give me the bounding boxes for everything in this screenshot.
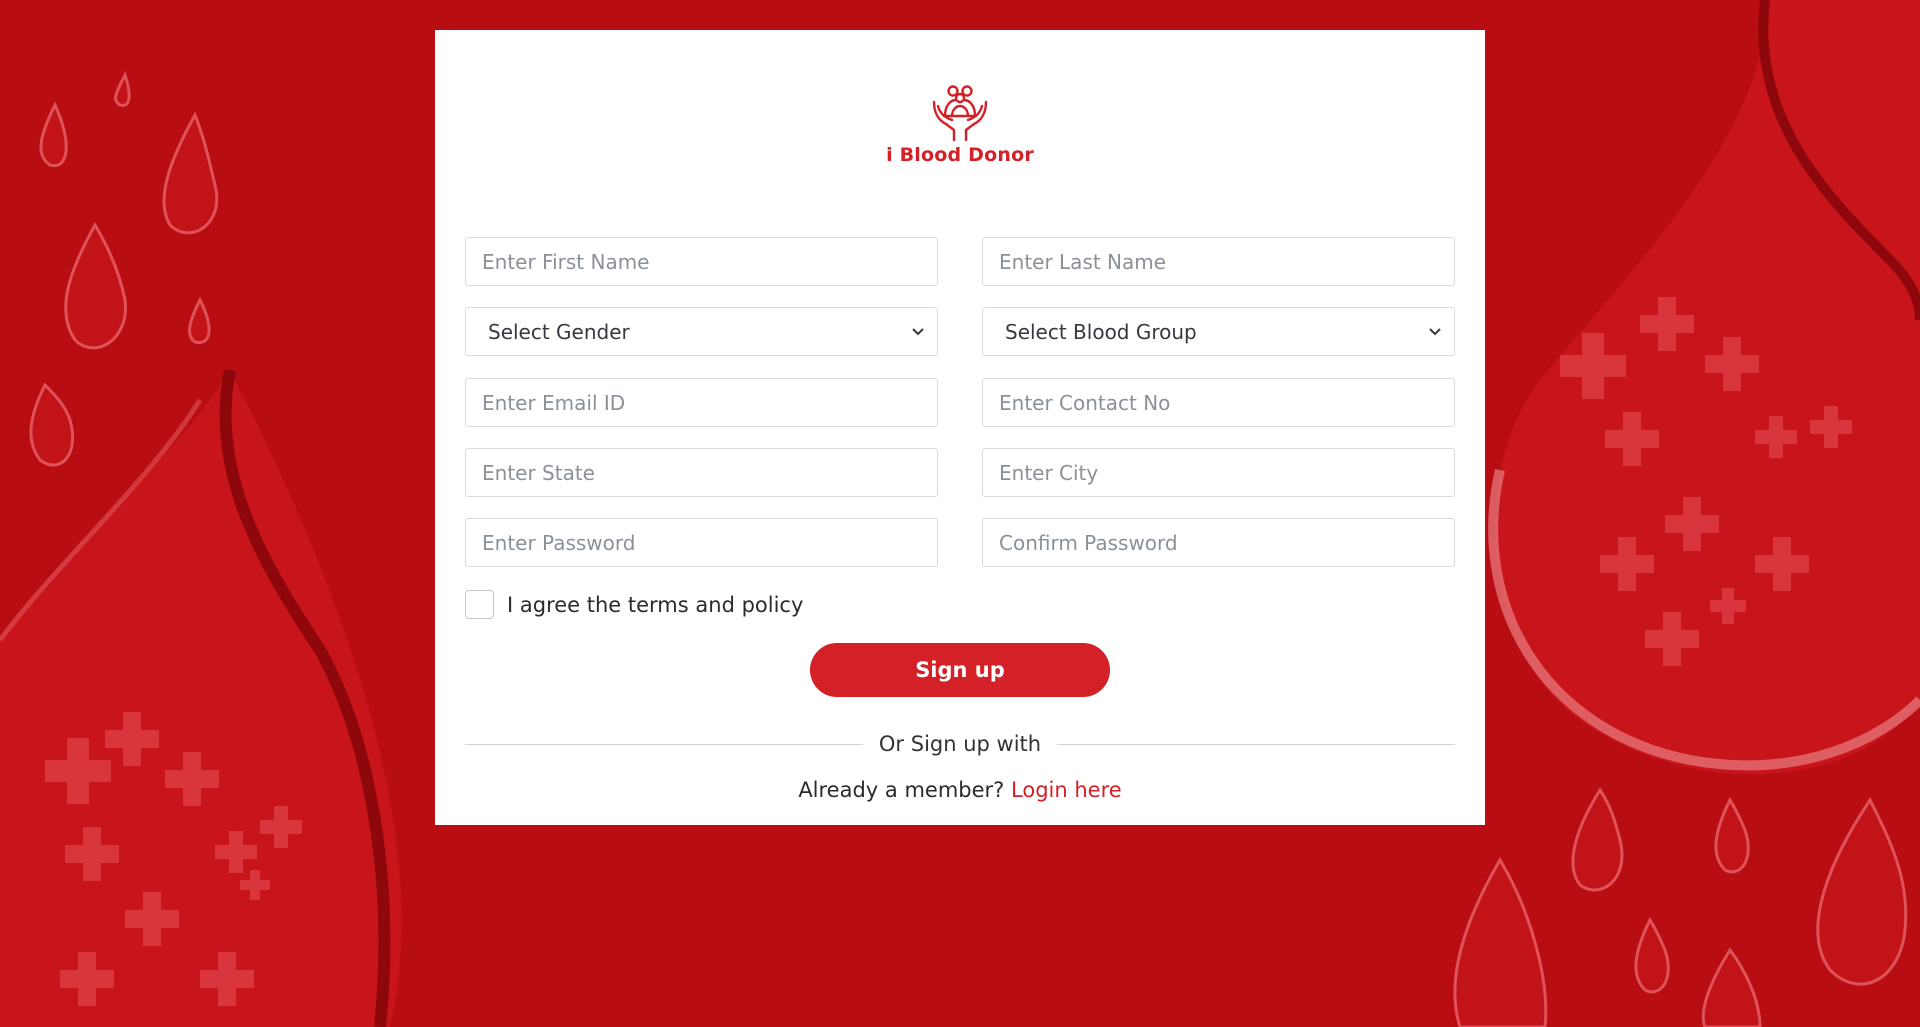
member-text: Already a member?	[798, 778, 1005, 802]
terms-checkbox[interactable]	[465, 590, 494, 619]
hands-holding-family-icon	[930, 82, 990, 142]
blood-group-select[interactable]: Select Blood Group	[982, 307, 1455, 356]
state-input[interactable]	[466, 449, 937, 496]
brand-name: i Blood Donor	[886, 144, 1034, 166]
last-name-input[interactable]	[983, 238, 1454, 285]
brand-logo: i Blood Donor	[435, 82, 1485, 166]
terms-label[interactable]: I agree the terms and policy	[507, 593, 803, 617]
login-link[interactable]: Login here	[1011, 778, 1122, 802]
email-input[interactable]	[466, 379, 937, 426]
first-name-field[interactable]	[465, 237, 938, 286]
last-name-field[interactable]	[982, 237, 1455, 286]
alt-signup-divider: Or Sign up with	[465, 732, 1455, 756]
confirm-password-input[interactable]	[983, 519, 1454, 566]
signup-button[interactable]: Sign up	[810, 643, 1110, 697]
divider-line-left	[465, 743, 863, 745]
blood-group-select-value: Select Blood Group	[1005, 319, 1197, 344]
contact-field[interactable]	[982, 378, 1455, 427]
chevron-down-icon	[1429, 327, 1441, 335]
alt-signup-text: Or Sign up with	[878, 732, 1042, 756]
confirm-password-field[interactable]	[982, 518, 1455, 567]
terms-agreement: I agree the terms and policy	[465, 590, 803, 619]
gender-select-value: Select Gender	[488, 319, 630, 344]
state-field[interactable]	[465, 448, 938, 497]
password-field[interactable]	[465, 518, 938, 567]
email-field[interactable]	[465, 378, 938, 427]
divider-line-right	[1057, 743, 1455, 745]
signup-card: i Blood Donor Select Gender Select Blood…	[435, 30, 1485, 825]
password-input[interactable]	[466, 519, 937, 566]
login-prompt: Already a member? Login here	[435, 778, 1485, 802]
first-name-input[interactable]	[466, 238, 937, 285]
chevron-down-icon	[912, 327, 924, 335]
gender-select[interactable]: Select Gender	[465, 307, 938, 356]
city-input[interactable]	[983, 449, 1454, 496]
contact-input[interactable]	[983, 379, 1454, 426]
city-field[interactable]	[982, 448, 1455, 497]
